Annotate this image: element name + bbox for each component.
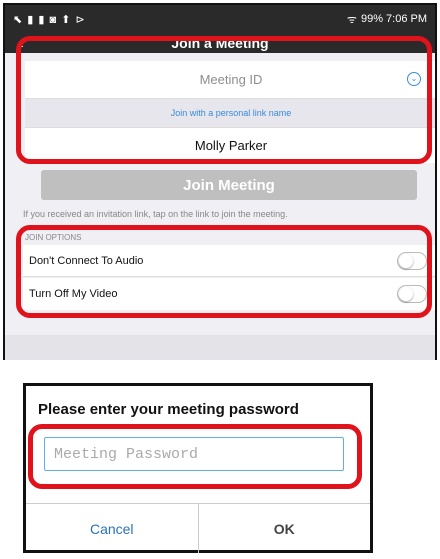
meeting-id-placeholder: Meeting ID — [199, 72, 263, 87]
name-field[interactable]: Molly Parker — [25, 127, 435, 163]
option-dont-connect-audio: Don't Connect To Audio — [23, 245, 435, 277]
ok-button[interactable]: OK — [199, 504, 371, 553]
personal-link-link[interactable]: Join with a personal link name — [25, 99, 435, 127]
option-label: Don't Connect To Audio — [29, 254, 144, 267]
name-value: Molly Parker — [194, 138, 268, 153]
chevron-down-icon[interactable]: ⌄ — [407, 72, 421, 86]
option-turn-off-video: Turn Off My Video — [23, 278, 435, 310]
audio-toggle[interactable] — [397, 252, 427, 270]
join-options-header: JOIN OPTIONS — [25, 233, 82, 242]
page-title: Join a Meeting — [171, 35, 269, 51]
meeting-id-field[interactable]: Meeting ID ⌄ — [25, 61, 435, 99]
notification-icons: ⬉ ▮ ▮ ◙ ⬆ ⊳ — [13, 13, 86, 26]
back-icon[interactable]: ‹ — [19, 33, 24, 53]
meeting-password-input[interactable] — [44, 437, 344, 471]
status-right: ᯤ 99% 7:06 PM — [347, 12, 427, 27]
title-bar: ‹ Join a Meeting — [5, 33, 435, 53]
join-meeting-button[interactable]: Join Meeting — [41, 170, 417, 200]
wifi-icon: ᯤ — [346, 13, 357, 26]
status-bar: ⬉ ▮ ▮ ◙ ⬆ ⊳ ᯤ 99% 7:06 PM — [5, 5, 435, 33]
tutorial-screenshot: ⬉ ▮ ▮ ◙ ⬆ ⊳ ᯤ 99% 7:06 PM ‹ Join a Meeti… — [0, 0, 440, 559]
invitation-hint: If you received an invitation link, tap … — [23, 209, 288, 219]
empty-area — [5, 335, 435, 360]
personal-link-label: Join with a personal link name — [170, 108, 292, 118]
dialog-buttons: Cancel OK — [26, 503, 370, 553]
cancel-button[interactable]: Cancel — [26, 504, 199, 553]
battery-time: 99% 7:06 PM — [360, 13, 427, 25]
password-dialog: Please enter your meeting password Cance… — [23, 383, 373, 553]
video-toggle[interactable] — [397, 285, 427, 303]
option-label: Turn Off My Video — [29, 288, 118, 300]
dialog-title: Please enter your meeting password — [38, 401, 299, 418]
join-meeting-screen: ⬉ ▮ ▮ ◙ ⬆ ⊳ ᯤ 99% 7:06 PM ‹ Join a Meeti… — [3, 3, 437, 360]
